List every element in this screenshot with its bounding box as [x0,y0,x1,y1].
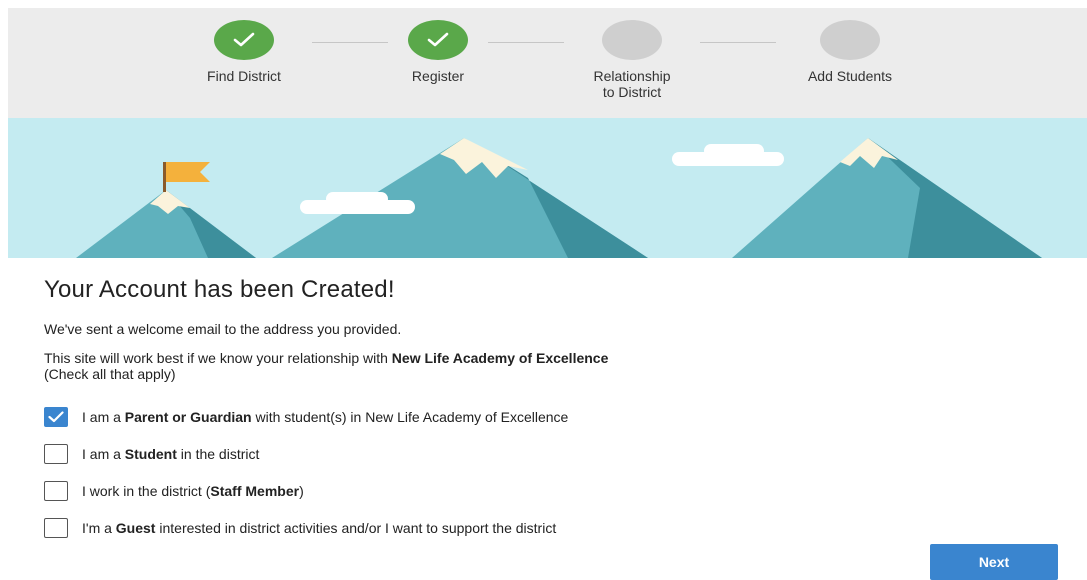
step-label: Add Students [807,68,893,84]
option-student[interactable]: I am a Student in the district [44,441,1064,467]
step-register: Register [368,20,508,84]
welcome-message: We've sent a welcome email to the addres… [44,321,402,337]
step-label: Relationship to District [593,68,671,100]
step-pending-circle-icon [820,20,880,60]
progress-stepper: Find District Register Relationship to D… [8,8,1087,118]
student-checkbox[interactable] [44,444,68,464]
relationship-options: I am a Parent or Guardian with student(s… [44,404,1064,541]
step-label: Register [411,68,465,84]
step-relationship-to-district: Relationship to District [562,20,702,100]
option-label: I am a Parent or Guardian with student(s… [82,409,569,425]
option-label: I work in the district (Staff Member) [82,483,304,499]
step-find-district: Find District [174,20,314,84]
guest-checkbox[interactable] [44,518,68,538]
page: Find District Register Relationship to D… [8,8,1087,580]
page-title: Your Account has been Created! [44,276,395,303]
check-hint: (Check all that apply) [44,366,176,382]
step-complete-check-icon [408,20,468,60]
mountain-banner [8,118,1087,258]
next-button[interactable]: Next [930,544,1058,580]
step-label: Find District [207,68,281,84]
parent-guardian-checkbox[interactable] [44,407,68,427]
district-name: New Life Academy of Excellence [391,350,609,366]
option-label: I am a Student in the district [82,446,260,462]
checkmark-icon [48,411,64,423]
staff-member-checkbox[interactable] [44,481,68,501]
relationship-prompt: This site will work best if we know your… [44,350,609,366]
step-pending-circle-icon [602,20,662,60]
step-connector [700,42,776,43]
option-label: I'm a Guest interested in district activ… [82,520,557,536]
mountain-illustration [76,138,1042,258]
step-complete-check-icon [214,20,274,60]
step-add-students: Add Students [780,20,920,84]
option-guest[interactable]: I'm a Guest interested in district activ… [44,515,1064,541]
account-created-content: Your Account has been Created! We've sen… [44,258,1064,552]
option-staff-member[interactable]: I work in the district (Staff Member) [44,478,1064,504]
option-parent-guardian[interactable]: I am a Parent or Guardian with student(s… [44,404,1064,430]
